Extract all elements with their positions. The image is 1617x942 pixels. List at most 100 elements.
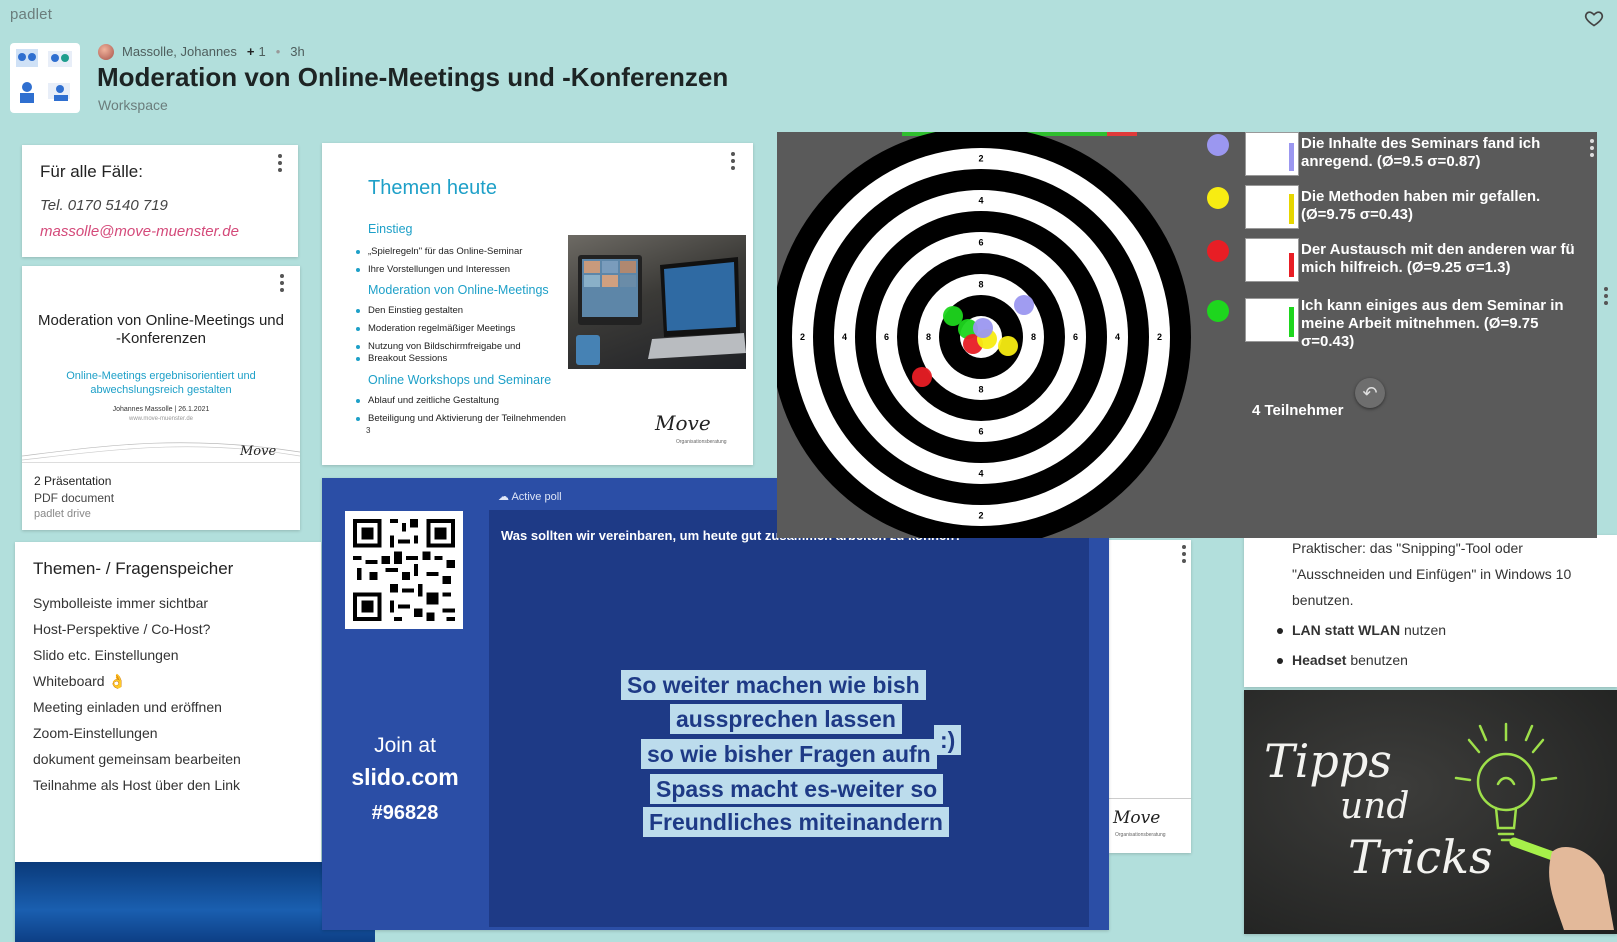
participant-count: 4 Teilnehmer	[1252, 402, 1344, 419]
pdf-preview[interactable]: Moderation von Online-Meetings und -Konf…	[22, 266, 300, 463]
blue-background-image	[15, 862, 375, 942]
histogram-thumbnail[interactable]	[1245, 298, 1299, 342]
background-slide-card[interactable]: Move Organisationsberatung	[1109, 540, 1191, 853]
word-cloud-entry: so wie bisher Fragen aufn	[641, 739, 937, 769]
ring-number: 9	[947, 332, 952, 342]
tips-text-card[interactable]: Praktischer: das "Snipping"-Tool oder "A…	[1244, 535, 1617, 687]
slido-site-link[interactable]: slido.com	[322, 764, 488, 791]
avatar[interactable]	[98, 44, 114, 60]
page-title: Moderation von Online-Meetings und -Konf…	[97, 62, 729, 92]
word-cloud-entry: Freundliches miteinandern	[643, 807, 949, 837]
rating-text: Die Methoden haben mir gefallen. (Ø=9.75 …	[1301, 188, 1541, 223]
ring-number: 7	[905, 332, 910, 342]
rating-dot-blue	[1207, 134, 1229, 156]
word-cloud-panel: Was sollten wir vereinbaren, um heute gu…	[489, 510, 1089, 927]
ring-number: 7	[1052, 332, 1057, 342]
card-heading: Für alle Fälle:	[40, 162, 143, 181]
ring-number: 4	[978, 469, 983, 479]
meta-separator: •	[275, 44, 281, 59]
list-item: Headset benutzen	[1277, 652, 1408, 668]
bullet-item: Ihre Vorstellungen und Interessen	[355, 264, 511, 275]
ring-number: 2	[978, 154, 983, 164]
email-link[interactable]: massolle@move-muenster.de	[40, 223, 239, 240]
contact-card[interactable]: Für alle Fälle: Tel. 0170 5140 719 masso…	[22, 145, 298, 257]
more-options-icon[interactable]	[1583, 137, 1597, 159]
attachment-name: 2 Präsentation	[34, 474, 112, 488]
ring-number: 5	[1094, 332, 1099, 342]
tipps-und-tricks-image[interactable]: Tipps und Tricks	[1244, 690, 1617, 934]
bullet-item-continued: Breakout Sessions	[355, 353, 448, 364]
ring-number: 2	[1157, 332, 1162, 342]
ring-number: 8	[978, 280, 983, 290]
qr-code[interactable]	[345, 511, 463, 629]
rating-text: Ich kann einiges aus dem Seminar in meine…	[1301, 297, 1564, 350]
list-item: LAN statt WLAN nutzen	[1276, 622, 1447, 638]
list-item: Symbolleiste immer sichtbar	[33, 595, 209, 611]
attachment-source: padlet drive	[34, 508, 91, 520]
target-feedback-overlay[interactable]: 12345678912345678998765432198765432 Die …	[777, 132, 1597, 538]
rating-dot-red	[1207, 240, 1229, 262]
more-options-icon[interactable]	[273, 272, 291, 294]
tips-paragraph: Praktischer: das "Snipping"-Tool oder "A…	[1292, 540, 1572, 608]
ring-number: 6	[1073, 332, 1078, 342]
lightbulb-icon	[1454, 722, 1614, 930]
list-item: Whiteboard 👌	[33, 673, 126, 689]
more-options-icon[interactable]	[271, 152, 289, 174]
ring-number: 8	[978, 385, 983, 395]
rating-text: Die Inhalte des Seminars fand ich anregen…	[1301, 135, 1541, 170]
ring-number: 5	[978, 217, 983, 227]
list-item: Host-Perspektive / Co-Host?	[33, 621, 211, 637]
slide-subtitle: Online-Meetings ergebnisorientiert und a…	[66, 370, 256, 396]
ring-number: 1	[1178, 332, 1183, 342]
slido-poll-card[interactable]: Join at slido.com #96828 ☁ Active poll W…	[322, 478, 1109, 930]
rating-text: Der Austausch mit den anderen war fü mich…	[1301, 241, 1575, 276]
histogram-thumbnail[interactable]	[1245, 132, 1299, 176]
pdf-attachment-card[interactable]: Moderation von Online-Meetings und -Konf…	[22, 266, 300, 530]
slide-title: Themen heute	[368, 177, 497, 199]
more-options-icon[interactable]	[1175, 543, 1193, 565]
slide-author: Johannes Massolle | 26.1.2021	[112, 406, 210, 413]
histogram-thumbnail[interactable]	[1245, 185, 1299, 229]
ring-number: 6	[978, 238, 983, 248]
ring-number: 4	[1115, 332, 1120, 342]
ring-number: 5	[863, 332, 868, 342]
list-item: Meeting einladen und eröffnen	[33, 699, 222, 715]
chalk-text: Tipps	[1264, 734, 1392, 788]
rating-dot-green	[1207, 300, 1229, 322]
themen-slide-card[interactable]: Themen heute Einstieg „Spielregeln" für …	[322, 143, 753, 465]
word-cloud-entry: :)	[934, 725, 962, 755]
word-cloud-entry: Spass macht es-weiter so	[650, 774, 944, 804]
undo-icon[interactable]: ↶	[1355, 378, 1385, 408]
ring-number: 1	[779, 332, 784, 342]
bullet-item: Den Einstieg gestalten	[355, 305, 464, 316]
plus-icon: +	[246, 44, 255, 59]
bullet-item: Nutzung von Bildschirmfreigabe und	[356, 341, 521, 352]
fragenspeicher-card[interactable]: Themen- / Fragenspeicher Symbolleiste im…	[15, 542, 375, 942]
ring-number: 9	[978, 301, 983, 311]
author-name[interactable]: Massolle, Johannes	[122, 44, 237, 59]
event-code: #96828	[371, 802, 439, 824]
move-logo: Move	[655, 411, 711, 435]
heart-icon[interactable]	[1584, 8, 1604, 28]
dart-hit-marker	[1014, 295, 1034, 315]
move-logo: Move	[1113, 808, 1161, 828]
more-options-icon[interactable]	[724, 150, 742, 172]
timestamp: 3h	[290, 44, 305, 59]
section-heading: Moderation von Online-Meetings	[368, 283, 549, 297]
ring-number: 7	[978, 259, 983, 269]
bullet-item: „Spielregeln" für das Online-Seminar	[355, 246, 523, 257]
phone-number: Tel. 0170 5140 719	[40, 197, 168, 214]
ring-number: 8	[1031, 332, 1036, 342]
chalk-text: und	[1340, 786, 1410, 827]
bullet-item: Beteiligung und Aktivierung der Teilnehm…	[356, 413, 566, 424]
move-logo-subtitle: Organisationsberatung	[1115, 832, 1166, 838]
more-options-icon[interactable]	[1597, 285, 1615, 307]
padlet-logo[interactable]: padlet	[10, 6, 52, 23]
section-heading: Einstieg	[368, 222, 413, 236]
laptop-photo	[568, 235, 746, 369]
dartboard[interactable]: 1234567891 2 3 4 5 6 7 8 9 9 8 7 6 5 4 3 2 198765432	[777, 132, 1207, 538]
ring-number: 7	[978, 406, 983, 416]
ring-number: 8	[926, 332, 931, 342]
cloud-icon: ☁	[498, 491, 512, 503]
histogram-thumbnail[interactable]	[1245, 238, 1299, 282]
